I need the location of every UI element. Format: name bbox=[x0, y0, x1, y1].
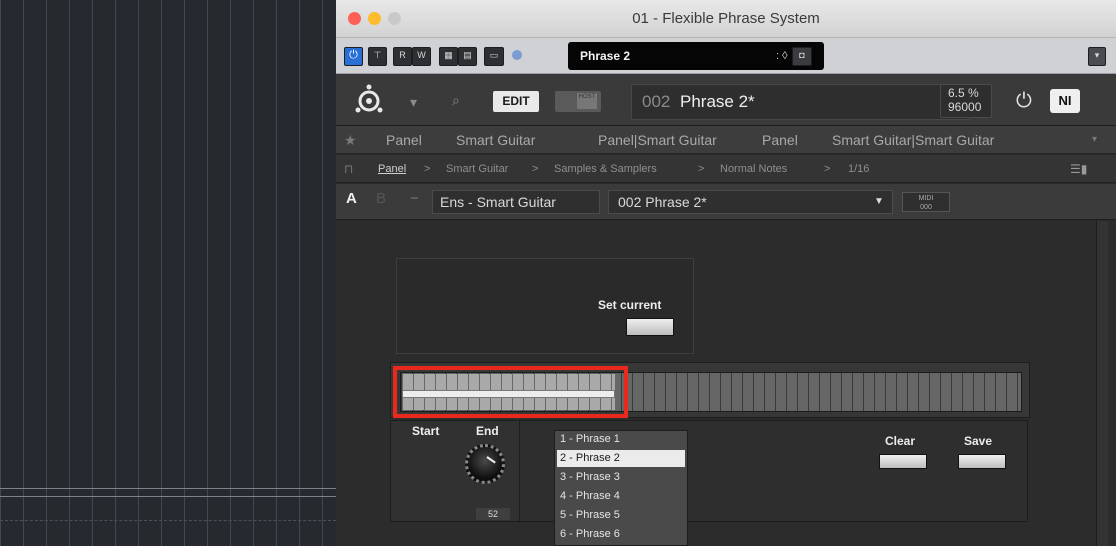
host-label: HOST bbox=[577, 93, 597, 109]
save-label: Save bbox=[964, 434, 993, 448]
favorite-item[interactable]: Panel bbox=[386, 126, 422, 154]
favorites-bar: ★ Panel Smart Guitar Panel|Smart Guitar … bbox=[336, 126, 1116, 154]
highlight-box bbox=[393, 366, 628, 418]
tab-a[interactable]: A bbox=[346, 190, 357, 207]
host-track-divider bbox=[0, 520, 336, 521]
end-value[interactable]: 52 bbox=[476, 508, 510, 520]
phrase-list[interactable]: 1 - Phrase 1 2 - Phrase 2 3 - Phrase 3 4… bbox=[554, 430, 688, 546]
host-track-grid bbox=[0, 0, 336, 546]
breadcrumb-separator: > bbox=[532, 163, 539, 175]
cpu-percent: 6.5 % bbox=[948, 86, 979, 100]
favorite-item[interactable]: Smart Guitar bbox=[456, 126, 535, 154]
tab-b[interactable]: B bbox=[376, 190, 386, 207]
window-icon[interactable]: ▭ bbox=[484, 47, 504, 66]
power-icon[interactable]: ⏻ bbox=[344, 47, 363, 66]
search-icon[interactable]: ⌕ bbox=[452, 92, 460, 109]
preset-switch-icon[interactable]: : ◊ bbox=[776, 42, 788, 70]
list-item[interactable]: 5 - Phrase 5 bbox=[557, 507, 685, 524]
list-item[interactable]: 6 - Phrase 6 bbox=[557, 526, 685, 543]
host-plugin-toolbar: ⏻ ⊤ R W ▦ ▤ ▭ Phrase 2 : ◊ ◘ ▾ bbox=[336, 38, 1116, 74]
breadcrumb-item[interactable]: Panel bbox=[378, 155, 406, 183]
chevron-down-icon[interactable]: ▾ bbox=[1092, 126, 1097, 154]
breadcrumb-item[interactable]: Smart Guitar bbox=[446, 155, 508, 183]
chevron-down-icon[interactable]: ▼ bbox=[874, 190, 884, 214]
breadcrumb-separator: > bbox=[698, 163, 705, 175]
end-knob[interactable] bbox=[465, 444, 505, 484]
power-icon[interactable]: ⏻ bbox=[1016, 90, 1032, 113]
favorite-item[interactable]: Panel bbox=[762, 126, 798, 154]
list-item[interactable]: 2 - Phrase 2 bbox=[557, 450, 685, 467]
compare-icon[interactable]: ⊤ bbox=[368, 47, 387, 66]
list-view-icon[interactable]: ☰▮ bbox=[1070, 155, 1087, 183]
breadcrumb-separator: > bbox=[824, 163, 831, 175]
clear-button[interactable] bbox=[879, 454, 927, 469]
star-icon[interactable]: ★ bbox=[344, 126, 357, 154]
ensemble-name: Ens - Smart Guitar bbox=[440, 194, 556, 210]
minimize-icon[interactable]: − bbox=[410, 190, 419, 207]
midi-label: MIDI bbox=[918, 195, 934, 202]
plugin-window: 01 - Flexible Phrase System ⏻ ⊤ R W ▦ ▤ … bbox=[336, 0, 1116, 546]
favorite-item[interactable]: Panel|Smart Guitar bbox=[598, 126, 717, 154]
kontakt-logo-icon[interactable] bbox=[354, 84, 384, 114]
edit-button[interactable]: EDIT bbox=[493, 91, 539, 112]
window-title: 01 - Flexible Phrase System bbox=[632, 10, 820, 27]
read-automation-button[interactable]: R bbox=[393, 47, 412, 66]
breadcrumb-item[interactable]: Normal Notes bbox=[720, 155, 787, 183]
end-label: End bbox=[476, 424, 499, 438]
breadcrumb-item[interactable]: 1/16 bbox=[848, 155, 869, 183]
snapshot-name: 002 Phrase 2* bbox=[618, 194, 707, 210]
list-item[interactable]: 1 - Phrase 1 bbox=[557, 431, 685, 448]
host-preset-name: Phrase 2 bbox=[580, 49, 631, 63]
routing-icon[interactable]: ▦ bbox=[439, 47, 458, 66]
set-current-button[interactable] bbox=[626, 318, 674, 336]
start-label: Start bbox=[412, 424, 440, 438]
breadcrumb: ⊓ Panel > Smart Guitar > Samples & Sampl… bbox=[336, 155, 1116, 183]
list-item[interactable]: 4 - Phrase 4 bbox=[557, 488, 685, 505]
list-item[interactable]: 3 - Phrase 3 bbox=[557, 469, 685, 486]
status-light-icon bbox=[512, 50, 522, 60]
favorite-item[interactable]: Smart Guitar|Smart Guitar bbox=[832, 126, 994, 154]
host-track-divider bbox=[0, 496, 336, 497]
save-button[interactable] bbox=[958, 454, 1006, 469]
menu-icon[interactable]: ▾ bbox=[1088, 47, 1106, 66]
preset-name: Phrase 2* bbox=[680, 92, 755, 111]
sample-rate: 96000 bbox=[948, 100, 982, 114]
breadcrumb-item[interactable]: Samples & Samplers bbox=[554, 155, 657, 183]
write-automation-button[interactable]: W bbox=[412, 47, 431, 66]
settings-icon[interactable]: ▤ bbox=[458, 47, 477, 66]
clear-label: Clear bbox=[885, 434, 916, 448]
host-track-divider bbox=[0, 488, 336, 489]
preset-number: 002 bbox=[642, 92, 671, 111]
scrollbar[interactable] bbox=[1096, 221, 1108, 546]
ni-logo: NI bbox=[1050, 89, 1080, 113]
lock-icon[interactable]: ⊓ bbox=[344, 155, 353, 183]
set-current-label: Set current bbox=[598, 298, 662, 312]
save-icon[interactable]: HOST bbox=[555, 91, 601, 112]
midi-value: 000 bbox=[920, 204, 932, 211]
breadcrumb-separator: > bbox=[424, 163, 431, 175]
midi-indicator: MIDI 000 bbox=[902, 192, 950, 212]
chevron-down-icon[interactable]: ▾ bbox=[410, 94, 417, 111]
camera-icon[interactable]: ◘ bbox=[792, 47, 812, 66]
